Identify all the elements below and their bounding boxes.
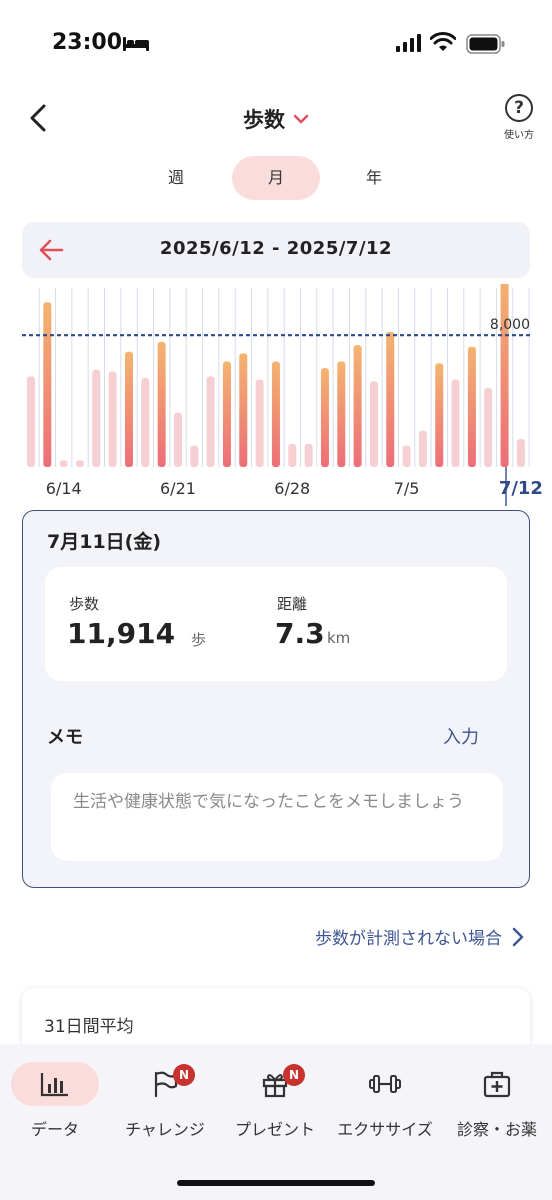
chart-bar-6-25[interactable] — [239, 353, 248, 467]
tab-week[interactable]: 週 — [132, 156, 220, 200]
steps-value: 11,914 — [67, 617, 176, 650]
tab-exercise-icon-wrap — [341, 1062, 429, 1106]
chart-bar-6-26[interactable] — [255, 379, 264, 467]
chart-bar-6-24[interactable] — [222, 361, 231, 467]
x-tick-label: 6/28 — [274, 479, 310, 498]
bed-icon — [123, 37, 149, 51]
chevron-right-icon — [512, 927, 524, 946]
x-tick-label: 6/21 — [160, 479, 196, 498]
steps-chart[interactable]: 8,000 6/14 6/21 6/28 7/5 7/12 — [0, 270, 552, 506]
chevron-down-icon — [293, 114, 309, 124]
chart-bar-6-29[interactable] — [304, 443, 313, 467]
x-tick-label: 7/12 — [499, 478, 543, 499]
chart-bar-6-12[interactable] — [27, 376, 35, 467]
tab-data-label: データ — [30, 1120, 79, 1139]
chart-bar-7-2[interactable] — [353, 345, 362, 467]
tab-present[interactable]: N プレゼント — [220, 1062, 330, 1139]
date-range-label: 2025/6/12 - 2025/7/12 — [159, 238, 393, 259]
chart-bar-6-15[interactable] — [75, 460, 84, 467]
tab-data-icon-wrap — [11, 1062, 99, 1106]
average-label: 31日間平均 — [44, 1017, 134, 1037]
challenge-new-badge: N — [173, 1064, 195, 1086]
chart-bar-6-28[interactable] — [288, 443, 297, 467]
help-button[interactable]: ? 使い方 — [496, 94, 542, 146]
tab-challenge-icon-wrap: N — [121, 1062, 209, 1106]
detail-date: 7月11日(金) — [47, 531, 162, 553]
metric-selector[interactable]: 歩数 — [243, 104, 309, 134]
chart-bar-6-21[interactable] — [173, 412, 182, 467]
medical-bag-icon — [483, 1071, 511, 1098]
question-icon: ? — [505, 94, 533, 122]
chart-bar-6-19[interactable] — [141, 378, 150, 467]
status-bar: 23:00 — [0, 0, 552, 90]
tab-exercise-label: エクササイズ — [337, 1120, 433, 1139]
tab-present-label: プレゼント — [234, 1120, 315, 1139]
day-detail-card: 7月11日(金) 歩数 11,914 歩 距離 7.3 km メモ 入力 生活や… — [22, 510, 530, 888]
help-label: 使い方 — [504, 130, 534, 141]
signal-icon — [396, 34, 421, 52]
date-range-bar: 2025/6/12 - 2025/7/12 — [22, 222, 530, 278]
x-tick-label: 6/14 — [46, 479, 82, 498]
bar-chart-icon — [40, 1073, 68, 1097]
chart-bar-7-1[interactable] — [337, 361, 346, 467]
chart-bar-6-17[interactable] — [108, 371, 117, 467]
steps-not-measured-link[interactable]: 歩数が計測されない場合 — [315, 924, 524, 949]
chart-bar-6-16[interactable] — [92, 369, 101, 467]
home-indicator — [177, 1180, 375, 1186]
distance-value: 7.3 — [275, 617, 325, 650]
chart-bar-6-27[interactable] — [271, 361, 280, 467]
tab-medical-icon-wrap — [453, 1062, 541, 1106]
page-title-label: 歩数 — [243, 108, 285, 132]
memo-field[interactable]: 生活や健康状態で気になったことをメモしましょう — [51, 773, 503, 861]
stats-box: 歩数 11,914 歩 距離 7.3 km — [45, 567, 507, 681]
steps-chart-svg: 8,000 6/14 6/21 6/28 7/5 7/12 — [22, 270, 543, 506]
period-tabs: 週 月 年 — [0, 156, 552, 202]
goal-reference-label: 8,000 — [490, 317, 530, 333]
present-new-badge: N — [283, 1064, 305, 1086]
wifi-icon — [430, 32, 456, 51]
chart-bar-7-4[interactable] — [386, 331, 395, 467]
chart-bar-7-11[interactable] — [500, 270, 509, 467]
tab-challenge-label: チャレンジ — [125, 1120, 205, 1139]
steps-label: 歩数 — [69, 595, 100, 613]
tab-data[interactable]: データ — [0, 1062, 110, 1139]
chart-bar-6-22[interactable] — [190, 445, 199, 467]
chart-bar-6-20[interactable] — [157, 341, 166, 467]
page-title: 歩数 — [0, 104, 552, 134]
tab-exercise[interactable]: エクササイズ — [330, 1062, 440, 1139]
bottom-tab-bar: データ N チャレンジ N プレゼント エクササイズ 診察・お薬 — [0, 1044, 552, 1200]
tab-medical-label: 診察・お薬 — [456, 1120, 537, 1139]
memo-label: メモ — [47, 727, 83, 748]
dumbbell-icon — [369, 1075, 401, 1093]
distance-unit: km — [327, 629, 351, 647]
distance-label: 距離 — [277, 595, 308, 613]
tab-present-icon-wrap: N — [231, 1062, 319, 1106]
steps-not-measured-label: 歩数が計測されない場合 — [315, 929, 502, 949]
steps-unit: 歩 — [191, 631, 207, 649]
chart-bar-7-6[interactable] — [418, 430, 427, 467]
battery-icon — [466, 34, 505, 54]
chart-bar-7-10[interactable] — [484, 387, 493, 467]
header: 歩数 ? 使い方 — [0, 90, 552, 146]
chart-bar-6-18[interactable] — [124, 351, 133, 467]
chart-bar-6-14[interactable] — [59, 460, 68, 467]
chart-bar-7-12[interactable] — [516, 438, 525, 467]
chart-bar-7-3[interactable] — [369, 381, 378, 467]
tab-year[interactable]: 年 — [330, 156, 418, 200]
chart-bar-6-23[interactable] — [206, 376, 215, 467]
chart-bar-6-13[interactable] — [43, 302, 52, 467]
chart-bar-7-8[interactable] — [451, 379, 460, 467]
tab-challenge[interactable]: N チャレンジ — [110, 1062, 220, 1139]
tab-month[interactable]: 月 — [232, 156, 320, 200]
status-time: 23:00 — [52, 30, 123, 55]
x-tick-label: 7/5 — [394, 479, 420, 498]
chart-bar-6-30[interactable] — [320, 368, 329, 467]
chart-bar-7-9[interactable] — [467, 346, 476, 467]
chart-bar-7-5[interactable] — [402, 445, 411, 467]
tab-medical[interactable]: 診察・お薬 — [442, 1062, 552, 1139]
chart-bar-7-7[interactable] — [435, 363, 444, 467]
memo-input-button[interactable]: 入力 — [443, 723, 479, 749]
